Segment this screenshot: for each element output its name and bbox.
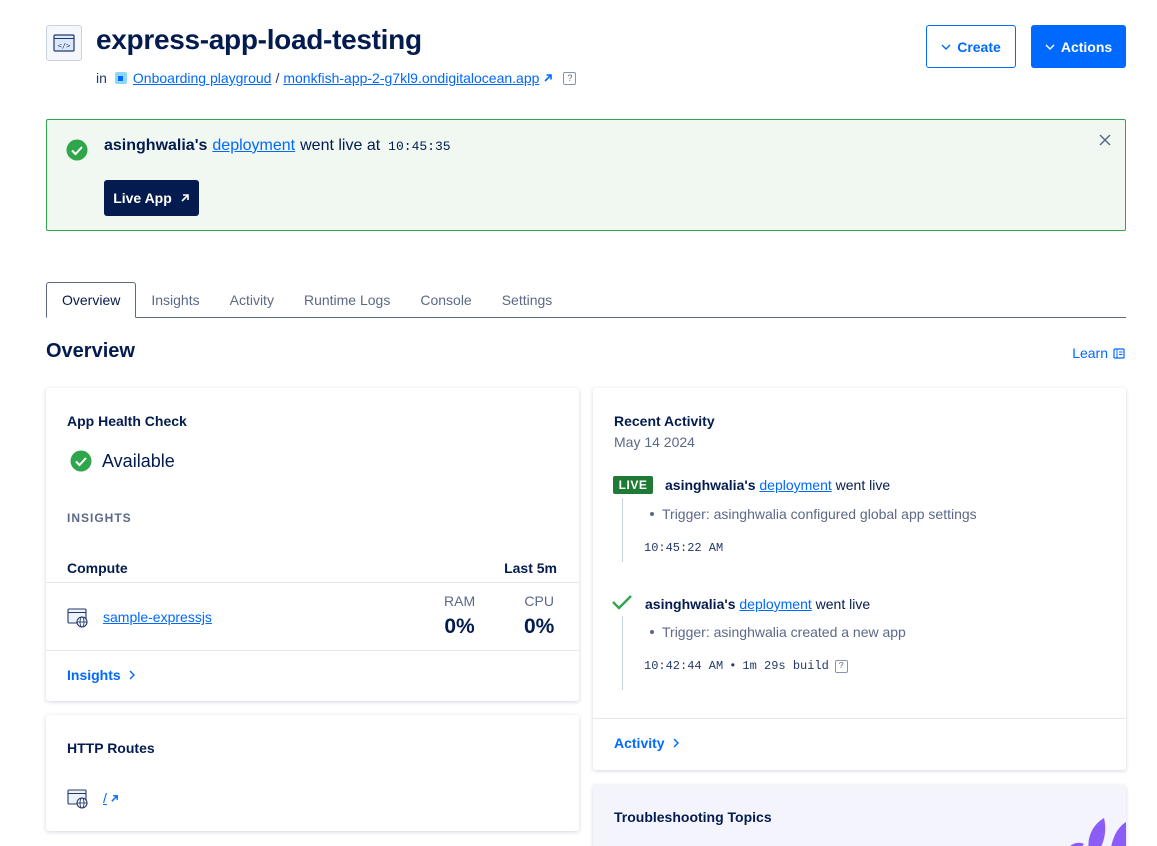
activity-item-1-text: went live bbox=[835, 477, 891, 493]
chevron-right-icon bbox=[673, 738, 679, 748]
project-icon bbox=[114, 72, 127, 84]
ram-value: 0% bbox=[444, 615, 475, 638]
globe-window-icon bbox=[67, 608, 88, 628]
compute-label: Compute bbox=[67, 560, 128, 576]
ram-metric: RAM 0% bbox=[444, 593, 475, 639]
cpu-metric: CPU 0% bbox=[524, 593, 554, 639]
live-app-label: Live App bbox=[113, 190, 172, 206]
route-link[interactable]: / bbox=[103, 790, 119, 806]
activity-timeline-line bbox=[622, 616, 623, 690]
tab-runtime-logs[interactable]: Runtime Logs bbox=[289, 282, 405, 318]
activity-item-2-user: asinghwalia's bbox=[645, 596, 736, 612]
activity-link-label: Activity bbox=[614, 735, 665, 751]
activity-item-2-headline: asinghwalia's deployment went live bbox=[645, 596, 870, 612]
insights-section-label: INSIGHTS bbox=[67, 511, 132, 525]
activity-item-2-deployment-link[interactable]: deployment bbox=[739, 596, 811, 612]
health-status: Available bbox=[70, 450, 175, 472]
close-icon[interactable] bbox=[1099, 134, 1111, 146]
activity-item-1-deployment-link[interactable]: deployment bbox=[759, 477, 831, 493]
activity-title: Recent Activity bbox=[614, 413, 715, 429]
deployment-success-banner: asinghwalia's deployment went live at 10… bbox=[46, 119, 1126, 231]
external-link-icon bbox=[544, 74, 553, 82]
external-link-icon bbox=[111, 794, 118, 802]
app-title: express-app-load-testing bbox=[96, 24, 422, 55]
activity-item-1-user: asinghwalia's bbox=[665, 477, 756, 493]
time-window-label: Last 5m bbox=[504, 560, 557, 576]
routes-title: HTTP Routes bbox=[67, 740, 155, 756]
learn-label: Learn bbox=[1072, 345, 1108, 361]
app-url-link[interactable]: monkfish-app-2-g7kl9.ondigitalocean.app bbox=[283, 70, 539, 86]
learn-link[interactable]: Learn bbox=[1072, 345, 1125, 361]
checkmark-icon bbox=[612, 595, 632, 610]
activity-item-1-trigger: Trigger: asinghwalia configured global a… bbox=[650, 506, 977, 522]
banner-user: asinghwalia's bbox=[104, 137, 208, 154]
troubleshooting-title: Troubleshooting Topics bbox=[614, 809, 772, 825]
help-icon[interactable]: ? bbox=[563, 71, 577, 85]
health-title: App Health Check bbox=[67, 413, 187, 429]
insights-link-label: Insights bbox=[67, 667, 121, 683]
svg-text:</>: </> bbox=[58, 42, 71, 50]
help-icon[interactable]: ? bbox=[834, 659, 848, 673]
create-button-label: Create bbox=[957, 38, 1001, 55]
activity-footer-divider bbox=[593, 718, 1126, 719]
activity-item-2-build: 1m 29s build bbox=[742, 659, 829, 673]
ram-label: RAM bbox=[444, 593, 476, 609]
activity-item-1-time: 10:45:22 AM bbox=[644, 541, 724, 555]
chevron-right-icon bbox=[129, 670, 135, 680]
insights-link[interactable]: Insights bbox=[67, 667, 135, 683]
recent-activity-card: Recent Activity May 14 2024 LIVE asinghw… bbox=[593, 388, 1126, 770]
component-link[interactable]: sample-expressjs bbox=[103, 609, 212, 625]
book-icon bbox=[1113, 347, 1125, 359]
tab-insights[interactable]: Insights bbox=[136, 282, 214, 318]
tab-settings[interactable]: Settings bbox=[487, 282, 568, 318]
actions-button[interactable]: Actions bbox=[1031, 25, 1126, 68]
cpu-value: 0% bbox=[524, 615, 555, 638]
http-routes-card: HTTP Routes / bbox=[46, 715, 579, 831]
banner-time: 10:45:35 bbox=[388, 139, 451, 154]
live-badge: LIVE bbox=[613, 476, 653, 494]
activity-link[interactable]: Activity bbox=[614, 735, 679, 751]
app-breadcrumb: in Onboarding playgroud / monkfish-app-2… bbox=[96, 70, 577, 86]
activity-date: May 14 2024 bbox=[614, 434, 695, 450]
app-code-icon: </> bbox=[46, 25, 82, 61]
chevron-down-icon bbox=[1045, 44, 1055, 50]
activity-item-2-meta: 10:42:44 AM • 1m 29s build ? bbox=[644, 659, 848, 673]
actions-button-label: Actions bbox=[1060, 38, 1113, 55]
tab-overview[interactable]: Overview bbox=[46, 282, 137, 318]
activity-item-2-time: 10:42:44 AM bbox=[644, 659, 724, 673]
route-path[interactable]: / bbox=[103, 790, 107, 806]
health-status-text: Available bbox=[102, 450, 175, 471]
tab-console[interactable]: Console bbox=[405, 282, 486, 318]
decorative-leaf-icon bbox=[1070, 818, 1126, 846]
breadcrumb-separator: / bbox=[275, 70, 280, 86]
banner-message: asinghwalia's deployment went live at 10… bbox=[104, 137, 451, 155]
project-link[interactable]: Onboarding playgroud bbox=[133, 70, 272, 86]
compute-header-row: Compute Last 5m bbox=[46, 553, 579, 583]
globe-window-icon bbox=[67, 789, 88, 809]
troubleshooting-card: Troubleshooting Topics bbox=[593, 785, 1126, 846]
tab-activity[interactable]: Activity bbox=[215, 282, 289, 318]
activity-item-1-trigger-text: Trigger: asinghwalia configured global a… bbox=[662, 506, 977, 522]
activity-item-1-headline: asinghwalia's deployment went live bbox=[665, 477, 890, 493]
chevron-down-icon bbox=[941, 44, 951, 50]
app-health-card: App Health Check Available INSIGHTS Comp… bbox=[46, 388, 579, 701]
meta-separator: • bbox=[729, 659, 737, 673]
in-label: in bbox=[96, 70, 107, 86]
activity-item-2-trigger: Trigger: asinghwalia created a new app bbox=[650, 624, 906, 640]
banner-text: went live at bbox=[300, 137, 381, 154]
live-app-button[interactable]: Live App bbox=[104, 180, 199, 216]
cpu-label: CPU bbox=[524, 593, 554, 609]
check-circle-icon bbox=[70, 450, 92, 472]
arrow-up-right-icon bbox=[181, 194, 189, 202]
banner-deployment-link[interactable]: deployment bbox=[212, 137, 295, 155]
app-tabs: Overview Insights Activity Runtime Logs … bbox=[46, 282, 1126, 318]
section-title: Overview bbox=[46, 340, 135, 362]
activity-item-2-text: went live bbox=[815, 596, 871, 612]
activity-item-2-trigger-text: Trigger: asinghwalia created a new app bbox=[662, 624, 906, 640]
create-button[interactable]: Create bbox=[926, 25, 1016, 68]
component-row: sample-expressjs RAM 0% CPU 0% bbox=[46, 583, 579, 651]
activity-timeline-line bbox=[622, 498, 623, 562]
check-circle-icon bbox=[66, 139, 88, 161]
